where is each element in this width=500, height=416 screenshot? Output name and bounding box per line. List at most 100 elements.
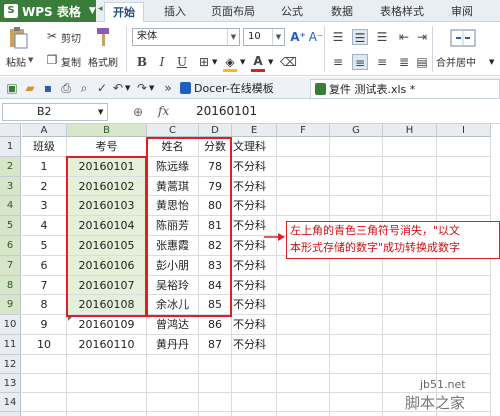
cell-f3[interactable] xyxy=(277,176,330,197)
tab-insert[interactable]: 插入 xyxy=(155,2,195,22)
cell-b2[interactable]: 20160101 xyxy=(67,156,147,177)
cell-a2[interactable]: 1 xyxy=(22,156,67,177)
cell-d11[interactable]: 87 xyxy=(199,335,232,355)
cell-a4[interactable]: 3 xyxy=(22,196,67,217)
tab-page-layout[interactable]: 页面布局 xyxy=(205,2,261,22)
chevron-down-icon[interactable]: ▼ xyxy=(28,56,33,64)
cell-c8[interactable]: 吴裕玲 xyxy=(147,275,199,296)
column-header-e[interactable]: E xyxy=(232,124,277,137)
cell-i1[interactable] xyxy=(437,137,491,157)
cell-g12[interactable] xyxy=(330,354,383,374)
cell-g8[interactable] xyxy=(330,275,383,296)
cell-a6[interactable]: 5 xyxy=(22,236,67,256)
font-color-icon[interactable]: A xyxy=(250,53,266,69)
insert-function-button[interactable]: fx xyxy=(158,104,169,118)
chevron-down-icon[interactable]: ▼ xyxy=(125,84,130,92)
cell-i2[interactable] xyxy=(437,156,491,177)
cell-c12[interactable] xyxy=(147,354,199,374)
cell-g9[interactable] xyxy=(330,295,383,316)
cell-c11[interactable]: 黄丹丹 xyxy=(147,335,199,355)
cell-f10[interactable] xyxy=(277,315,330,335)
cell-a10[interactable]: 9 xyxy=(22,315,67,335)
row-header-7[interactable]: 7 xyxy=(0,255,21,276)
error-indicator-icon[interactable] xyxy=(68,316,73,322)
font-size-select[interactable]: 10 ▼ xyxy=(243,28,285,46)
cell-d6[interactable]: 82 xyxy=(199,236,232,256)
cell-c2[interactable]: 陈远缘 xyxy=(147,156,199,177)
cell-f9[interactable] xyxy=(277,295,330,316)
app-menu-button[interactable]: S WPS 表格 ▼ xyxy=(0,0,96,22)
save-icon[interactable]: ▪ xyxy=(40,80,56,96)
cell-a8[interactable]: 7 xyxy=(22,275,67,296)
cell-b6[interactable]: 20160105 xyxy=(67,236,147,256)
cell-g13[interactable] xyxy=(330,373,383,393)
font-size-increase-icon[interactable]: A⁺ xyxy=(290,29,306,45)
cell-e8[interactable]: 不分科 xyxy=(232,275,277,296)
column-header-i[interactable]: I xyxy=(437,124,491,137)
cell-e3[interactable]: 不分科 xyxy=(232,176,277,197)
cell-c15[interactable] xyxy=(147,411,199,416)
cell-e12[interactable] xyxy=(232,354,277,374)
chevron-down-icon[interactable]: ▼ xyxy=(268,58,273,66)
chevron-down-icon[interactable]: ▼ xyxy=(240,58,245,66)
cell-h1[interactable] xyxy=(383,137,437,157)
align-left-icon[interactable]: ≡ xyxy=(330,54,346,70)
cell-c14[interactable] xyxy=(147,392,199,412)
cell-g10[interactable] xyxy=(330,315,383,335)
cell-a7[interactable]: 6 xyxy=(22,255,67,276)
cell-g11[interactable] xyxy=(330,335,383,355)
italic-button[interactable]: I xyxy=(154,54,170,70)
cell-e11[interactable]: 不分科 xyxy=(232,335,277,355)
row-header-13[interactable]: 13 xyxy=(0,373,21,393)
cell-g3[interactable] xyxy=(330,176,383,197)
cell-i4[interactable] xyxy=(437,196,491,217)
bold-button[interactable]: B xyxy=(134,54,150,70)
cell-d14[interactable] xyxy=(199,392,232,412)
more-icon[interactable]: » xyxy=(160,80,176,96)
align-bottom-icon[interactable]: ☰ xyxy=(374,29,390,45)
cell-d9[interactable]: 85 xyxy=(199,295,232,316)
cell-e13[interactable] xyxy=(232,373,277,393)
cell-f15[interactable] xyxy=(277,411,330,416)
paste-button-label[interactable]: 粘贴 xyxy=(6,54,26,69)
cell-d8[interactable]: 84 xyxy=(199,275,232,296)
border-icon[interactable]: ⊞ xyxy=(196,54,212,70)
cell-f8[interactable] xyxy=(277,275,330,296)
cell-i3[interactable] xyxy=(437,176,491,197)
cell-a13[interactable] xyxy=(22,373,67,393)
cell-d2[interactable]: 78 xyxy=(199,156,232,177)
chevron-down-icon[interactable]: ▼ xyxy=(149,84,154,92)
cell-d1[interactable]: 分数 xyxy=(199,137,232,157)
align-center-icon[interactable]: ≡ xyxy=(352,54,368,70)
row-header-3[interactable]: 3 xyxy=(0,176,21,197)
row-header-14[interactable]: 14 xyxy=(0,392,21,412)
merge-center-icon[interactable] xyxy=(450,26,476,50)
merge-center-button[interactable]: 合并居中 xyxy=(436,54,476,69)
cell-b11[interactable]: 20160110 xyxy=(67,335,147,355)
print-icon[interactable]: ⎙ xyxy=(58,80,74,96)
cell-i8[interactable] xyxy=(437,275,491,296)
cell-f2[interactable] xyxy=(277,156,330,177)
cell-g2[interactable] xyxy=(330,156,383,177)
column-header-d[interactable]: D xyxy=(199,124,232,137)
tab-table-style[interactable]: 表格样式 xyxy=(372,2,432,22)
underline-button[interactable]: U xyxy=(174,54,190,70)
paste-icon[interactable] xyxy=(6,26,30,50)
row-header-8[interactable]: 8 xyxy=(0,275,21,296)
cell-g14[interactable] xyxy=(330,392,383,412)
column-header-f[interactable]: F xyxy=(277,124,330,137)
cell-a3[interactable]: 2 xyxy=(22,176,67,197)
cell-c7[interactable]: 彭小朋 xyxy=(147,255,199,276)
cell-c6[interactable]: 张惠霞 xyxy=(147,236,199,256)
column-header-h[interactable]: H xyxy=(383,124,437,137)
cut-button[interactable]: 剪切 xyxy=(61,30,81,45)
row-header-15[interactable]: 15 xyxy=(0,411,21,416)
column-header-a[interactable]: A xyxy=(22,124,67,137)
cell-b1[interactable]: 考号 xyxy=(67,137,147,157)
row-header-6[interactable]: 6 xyxy=(0,236,21,256)
cell-c4[interactable]: 黄思怡 xyxy=(147,196,199,217)
select-all-corner[interactable] xyxy=(0,124,21,137)
cell-f11[interactable] xyxy=(277,335,330,355)
cell-e14[interactable] xyxy=(232,392,277,412)
cell-a11[interactable]: 10 xyxy=(22,335,67,355)
